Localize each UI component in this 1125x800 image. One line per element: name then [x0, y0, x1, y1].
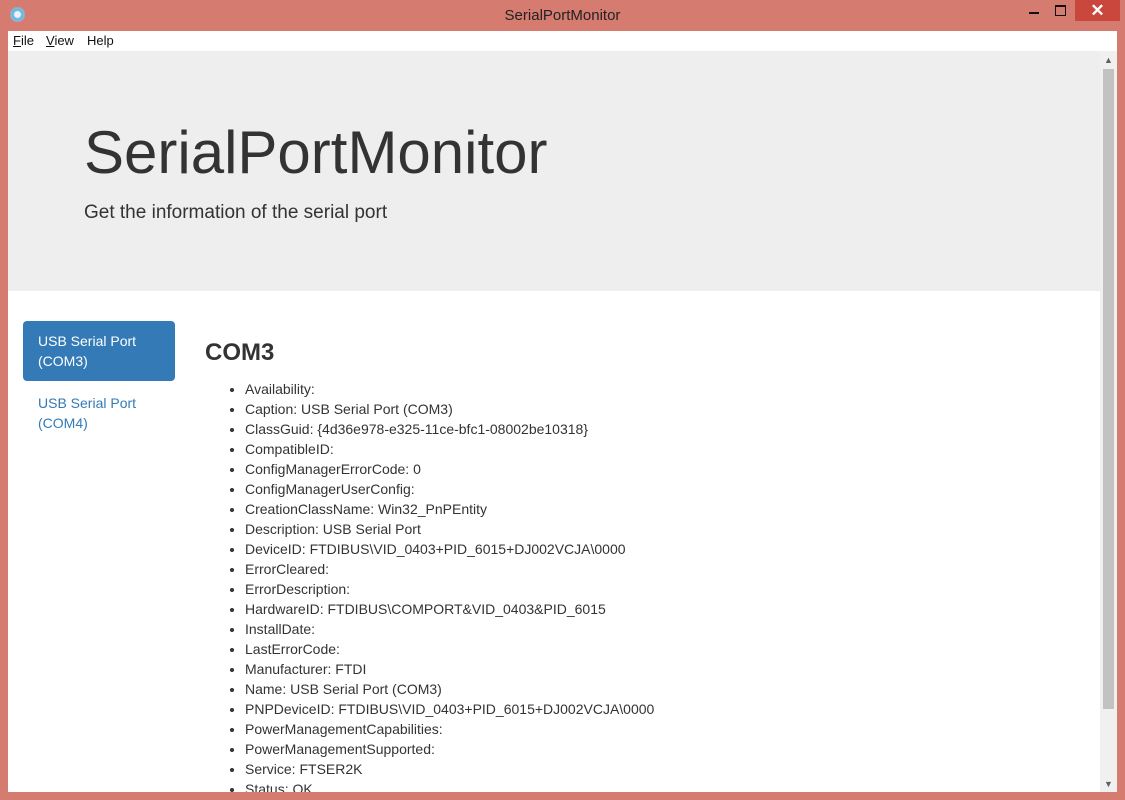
property-item: Manufacturer: FTDI: [245, 659, 1085, 679]
property-item: ConfigManagerUserConfig:: [245, 479, 1085, 499]
close-icon: ✕: [1090, 0, 1105, 20]
property-item: Service: FTSER2K: [245, 759, 1085, 779]
property-item: HardwareID: FTDIBUS\COMPORT&VID_0403&PID…: [245, 599, 1085, 619]
menu-view-label: iew: [54, 33, 74, 48]
property-item: Caption: USB Serial Port (COM3): [245, 399, 1085, 419]
client-area: File View Help SerialPortMonitor Get the…: [8, 31, 1117, 792]
minimize-button[interactable]: [1020, 0, 1048, 20]
maximize-button[interactable]: [1046, 0, 1074, 20]
property-item: Availability:: [245, 379, 1085, 399]
hero-title: SerialPortMonitor: [84, 119, 548, 186]
title-bar[interactable]: SerialPortMonitor ✕: [0, 0, 1125, 31]
menu-bar: File View Help: [8, 31, 1117, 51]
property-item: ErrorCleared:: [245, 559, 1085, 579]
menu-help-label: Help: [87, 33, 114, 48]
port-title: COM3: [205, 339, 275, 366]
property-item: Status: OK: [245, 779, 1085, 792]
property-item: PowerManagementCapabilities:: [245, 719, 1085, 739]
menu-view[interactable]: View: [46, 33, 74, 48]
sidebar-item-label-line1: USB Serial Port: [38, 395, 137, 411]
sidebar-item-label-line2: (COM4): [38, 415, 88, 431]
property-item: ErrorDescription:: [245, 579, 1085, 599]
menu-file[interactable]: File: [13, 33, 34, 48]
app-window: SerialPortMonitor ✕ File View Help Seria…: [0, 0, 1125, 800]
sidebar-item-label-line1: USB Serial Port: [38, 333, 137, 349]
property-item: InstallDate:: [245, 619, 1085, 639]
property-item: DeviceID: FTDIBUS\VID_0403+PID_6015+DJ00…: [245, 539, 1085, 559]
port-sidebar: USB Serial Port (COM3) USB Serial Port (…: [23, 321, 175, 445]
port-details: COM3 Availability: Caption: USB Serial P…: [205, 339, 1085, 792]
property-item: ConfigManagerErrorCode: 0: [245, 459, 1085, 479]
sidebar-item-com4[interactable]: USB Serial Port (COM4): [23, 383, 175, 443]
hero-jumbotron: SerialPortMonitor Get the information of…: [8, 51, 1100, 291]
scroll-down-icon[interactable]: ▼: [1100, 775, 1117, 792]
minimize-icon: [1029, 12, 1039, 14]
sidebar-item-label-line2: (COM3): [38, 353, 88, 369]
property-item: PowerManagementSupported:: [245, 739, 1085, 759]
property-item: ClassGuid: {4d36e978-e325-11ce-bfc1-0800…: [245, 419, 1085, 439]
scroll-up-icon[interactable]: ▲: [1100, 51, 1117, 68]
window-title: SerialPortMonitor: [504, 7, 621, 24]
vertical-scrollbar[interactable]: ▲ ▼: [1100, 51, 1117, 792]
property-item: CreationClassName: Win32_PnPEntity: [245, 499, 1085, 519]
menu-file-mnemonic: F: [13, 33, 21, 48]
menu-file-label: ile: [20, 33, 34, 48]
maximize-icon: [1054, 4, 1066, 16]
property-list: Availability: Caption: USB Serial Port (…: [205, 379, 1085, 792]
property-item: Description: USB Serial Port: [245, 519, 1085, 539]
property-item: LastErrorCode:: [245, 639, 1085, 659]
menu-help[interactable]: Help: [87, 33, 114, 48]
property-item: PNPDeviceID: FTDIBUS\VID_0403+PID_6015+D…: [245, 699, 1085, 719]
property-item: CompatibleID:: [245, 439, 1085, 459]
property-item: Name: USB Serial Port (COM3): [245, 679, 1085, 699]
sidebar-item-com3[interactable]: USB Serial Port (COM3): [23, 321, 175, 381]
hero-subtitle: Get the information of the serial port: [84, 202, 388, 223]
close-button[interactable]: ✕: [1075, 0, 1120, 21]
scroll-thumb[interactable]: [1103, 69, 1114, 709]
